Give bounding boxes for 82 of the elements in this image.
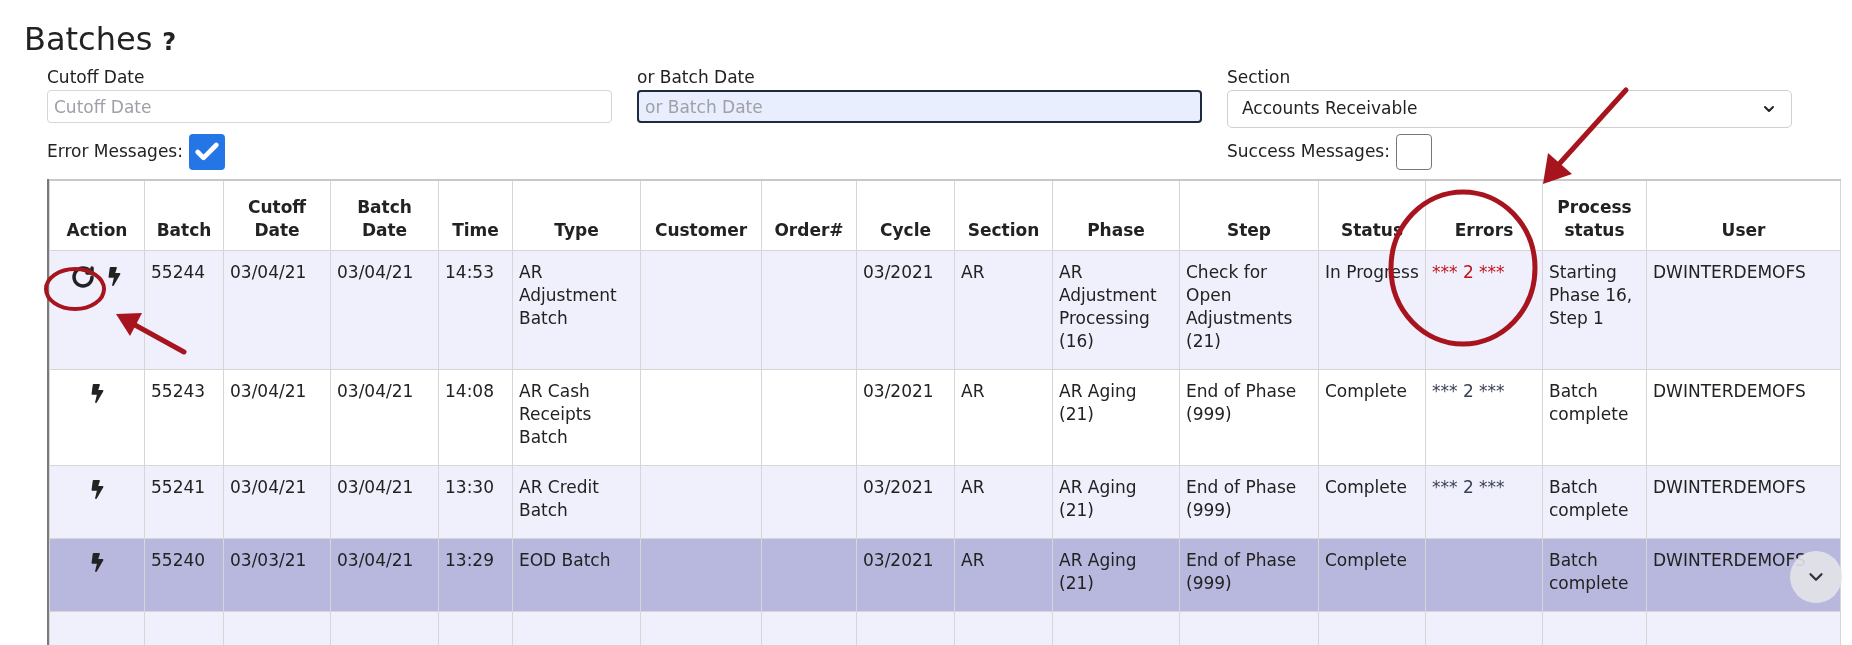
annotation-arrow bbox=[116, 313, 187, 355]
field-label: Section bbox=[1227, 66, 1291, 88]
column-header: Type bbox=[554, 219, 599, 240]
section-cell: AR bbox=[961, 476, 985, 497]
cycle-cell: 03/2021 bbox=[863, 476, 934, 497]
table-row[interactable]: 55243 03/04/21 03/04/21 14:08 AR Cash Receipts Batch 03/2021 AR AR Aging (21) End of Phase (999) Complete *** 2 *** Batch complete DWINTERDEMOFS bbox=[49, 369, 1841, 465]
type-cell: AR Cash Receipts Batch bbox=[519, 380, 592, 447]
batch-cell: 55241 bbox=[151, 476, 206, 497]
batch-cell: 55240 bbox=[151, 549, 206, 570]
step-cell: End of Phase (999) bbox=[1186, 549, 1297, 593]
time-cell: 13:29 bbox=[445, 549, 494, 570]
field-label: Cutoff Date bbox=[47, 66, 145, 88]
date-field[interactable]: or Batch Date bbox=[637, 90, 1202, 123]
column-header: Cycle bbox=[880, 219, 931, 240]
type-cell: EOD Batch bbox=[519, 549, 611, 570]
field-label: or Batch Date bbox=[637, 66, 755, 88]
phase-cell: AR Aging (21) bbox=[1059, 549, 1137, 593]
column-header: Action bbox=[66, 219, 128, 240]
errors-cell: *** 2 *** bbox=[1432, 380, 1505, 401]
process-status-cell: Starting Phase 16, Step 1 bbox=[1549, 261, 1633, 328]
page-title: Batches bbox=[24, 19, 153, 59]
batch-cell: 55243 bbox=[151, 380, 206, 401]
section-cell: AR bbox=[961, 261, 985, 282]
column-header: Batch bbox=[156, 219, 212, 240]
section-cell: AR bbox=[961, 380, 985, 401]
column-header: Process status bbox=[1557, 196, 1632, 240]
column-header: Order# bbox=[774, 219, 844, 240]
cutoff-date-cell: 03/04/21 bbox=[230, 380, 307, 401]
type-cell: AR Adjustment Batch bbox=[519, 261, 617, 328]
errors-cell: *** 2 *** bbox=[1432, 476, 1505, 497]
cycle-cell: 03/2021 bbox=[863, 549, 934, 570]
column-header: Errors bbox=[1454, 219, 1514, 240]
section-cell: AR bbox=[961, 549, 985, 570]
process-status-cell: Batch complete bbox=[1549, 380, 1629, 424]
time-cell: 14:53 bbox=[445, 261, 494, 282]
batch-cell: 55244 bbox=[151, 261, 206, 282]
step-cell: Check for Open Adjustments (21) bbox=[1186, 261, 1293, 351]
user-cell: DWINTERDEMOFS bbox=[1653, 261, 1806, 282]
batch-date-cell: 03/04/21 bbox=[337, 380, 414, 401]
option-label: Error Messages: bbox=[47, 140, 183, 164]
cycle-cell: 03/2021 bbox=[863, 380, 934, 401]
batch-date-cell: 03/04/21 bbox=[337, 549, 414, 570]
status-cell: Complete bbox=[1325, 549, 1407, 570]
type-cell: AR Credit Batch bbox=[519, 476, 599, 520]
table-row[interactable]: 55240 03/03/21 03/04/21 13:29 EOD Batch 03/2021 AR AR Aging (21) End of Phase (999) Complete Batch complete DWINTERDEMOFS bbox=[49, 538, 1841, 611]
column-header: Batch Date bbox=[357, 196, 412, 240]
cutoff-date-cell: 03/03/21 bbox=[230, 549, 307, 570]
time-cell: 13:30 bbox=[445, 476, 494, 497]
step-cell: End of Phase (999) bbox=[1186, 380, 1297, 424]
checkbox[interactable] bbox=[1395, 134, 1432, 170]
column-header: Step bbox=[1226, 219, 1272, 240]
time-cell: 14:08 bbox=[445, 380, 494, 401]
refresh-icon[interactable] bbox=[70, 264, 95, 289]
table-row[interactable]: 55241 03/04/21 03/04/21 13:30 AR Credit Batch 03/2021 AR AR Aging (21) End of Phase (999) Complete *** 2 *** Batch complete DWINTERDEMOFS bbox=[49, 465, 1841, 538]
column-header: Cutoff Date bbox=[247, 196, 307, 240]
column-header: Phase bbox=[1087, 219, 1145, 240]
phase-cell: AR Adjustment Processing (16) bbox=[1059, 261, 1157, 351]
section-select[interactable]: Accounts Receivable bbox=[1227, 90, 1792, 128]
batch-date-cell: 03/04/21 bbox=[337, 476, 414, 497]
user-cell: DWINTERDEMOFS bbox=[1653, 549, 1806, 570]
status-cell: Complete bbox=[1325, 476, 1407, 497]
cycle-cell: 03/2021 bbox=[863, 261, 934, 282]
cutoff-date-cell: 03/04/21 bbox=[230, 261, 307, 282]
step-cell: End of Phase (999) bbox=[1186, 476, 1297, 520]
status-cell: Complete bbox=[1325, 380, 1407, 401]
option-label: Success Messages: bbox=[1227, 140, 1390, 164]
help-link[interactable]: ? bbox=[162, 24, 177, 60]
phase-cell: AR Aging (21) bbox=[1059, 476, 1137, 520]
process-status-cell: Batch complete bbox=[1549, 476, 1629, 520]
process-status-cell: Batch complete bbox=[1549, 549, 1629, 593]
column-header: Time bbox=[452, 219, 499, 240]
annotation-circle bbox=[44, 267, 106, 311]
phase-cell: AR Aging (21) bbox=[1059, 380, 1137, 424]
user-cell: DWINTERDEMOFS bbox=[1653, 380, 1806, 401]
user-cell: DWINTERDEMOFS bbox=[1653, 476, 1806, 497]
column-header: Section bbox=[967, 219, 1040, 240]
cutoff-date-cell: 03/04/21 bbox=[230, 476, 307, 497]
column-header: Customer bbox=[654, 219, 748, 240]
column-header: User bbox=[1721, 219, 1766, 240]
batch-date-cell: 03/04/21 bbox=[337, 261, 414, 282]
checkbox[interactable] bbox=[188, 134, 225, 170]
errors-cell: *** 2 *** bbox=[1432, 261, 1505, 282]
